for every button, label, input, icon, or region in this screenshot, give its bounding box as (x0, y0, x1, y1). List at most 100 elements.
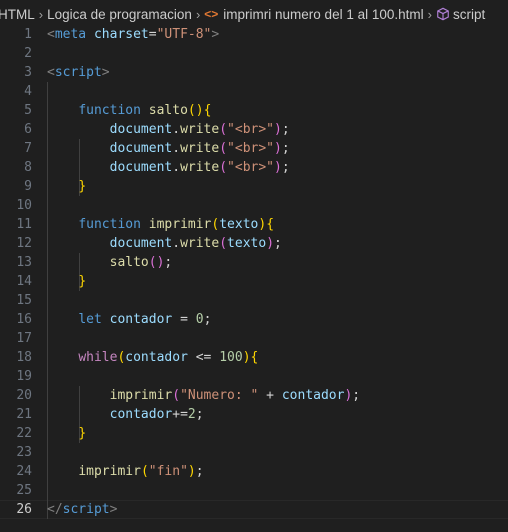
line-number: 22 (16, 426, 32, 441)
code-token: script (54, 65, 102, 80)
line-number: 24 (16, 464, 32, 479)
code-token: () (187, 103, 204, 118)
code-line: function salto(){ (47, 101, 360, 120)
code-line: salto(); (47, 253, 360, 272)
code-line: </script> (47, 500, 360, 519)
code-token: <= (187, 350, 220, 365)
code-token: ; (195, 464, 204, 479)
code-token: imprimir (148, 217, 212, 232)
code-token: charset (93, 27, 149, 42)
code-token: texto (219, 217, 259, 232)
line-number: 25 (16, 483, 32, 498)
line-number: 21 (16, 407, 32, 422)
code-token: () (148, 255, 165, 270)
code-token: = (172, 312, 196, 327)
line-number: 6 (24, 122, 32, 137)
line-number: 7 (24, 141, 32, 156)
code-token: "<br>" (227, 122, 275, 137)
chevron-right-icon: › (427, 6, 432, 22)
line-number: 12 (16, 236, 32, 251)
code-token: document (109, 236, 173, 251)
line-number: 9 (24, 179, 32, 194)
code-token: . (172, 141, 181, 156)
code-token: . (172, 160, 181, 175)
code-token: function (78, 217, 141, 232)
code-token: ( (219, 122, 228, 137)
breadcrumb-symbol[interactable]: script (453, 7, 485, 22)
code-token: . (172, 122, 181, 137)
line-number: 20 (16, 388, 32, 403)
line-number: 16 (16, 312, 32, 327)
code-token: write (180, 160, 220, 175)
code-token: ) (242, 350, 251, 365)
code-line: imprimir("fin"); (47, 462, 360, 481)
breadcrumb-file[interactable]: imprimri numero del 1 al 100.html (223, 7, 423, 22)
cube-icon (437, 7, 449, 21)
code-line: } (47, 272, 360, 291)
code-line: document.write("<br>"); (47, 139, 360, 158)
code-token: script (62, 502, 110, 517)
code-token: "<br>" (227, 160, 275, 175)
code-token: "UTF-8" (156, 27, 212, 42)
code-token: = (148, 27, 157, 42)
code-token: salto (148, 103, 188, 118)
line-number: 26 (16, 502, 32, 517)
code-token: ) (274, 141, 282, 156)
code-token: write (180, 236, 220, 251)
line-number: 19 (16, 369, 32, 384)
line-number: 4 (24, 84, 32, 99)
breadcrumb-folder[interactable]: Logica de programacion (47, 7, 192, 22)
code-token: ; (164, 255, 173, 270)
code-token: { (266, 217, 275, 232)
code-area[interactable]: <meta charset="UTF-8"> <script> function… (47, 25, 360, 519)
chevron-right-icon: › (195, 6, 201, 22)
code-token: } (78, 274, 87, 289)
code-token: "<br>" (227, 141, 275, 156)
code-token: contador (109, 407, 173, 422)
html-file-icon: <> (204, 7, 219, 21)
line-number: 11 (16, 217, 32, 232)
line-number: 17 (16, 331, 32, 346)
breadcrumb-root[interactable]: HTML (0, 7, 35, 22)
code-token: } (78, 426, 87, 441)
breadcrumb: HTML › Logica de programacion › <> impri… (0, 0, 508, 28)
code-token: ) (258, 217, 267, 232)
code-token: let (78, 312, 102, 327)
code-token: write (180, 122, 220, 137)
code-token: 2 (187, 407, 196, 422)
code-line: <meta charset="UTF-8"> (47, 25, 360, 44)
line-number: 3 (24, 65, 32, 80)
line-number: 23 (16, 445, 32, 460)
code-token: 100 (219, 350, 243, 365)
code-line: document.write(texto); (47, 234, 360, 253)
code-editor[interactable]: 1 2 3 4 5 6 7 8 9 10 11 12 13 14 15 16 17 18 19 20 21 22 23 24 2… (0, 25, 508, 532)
code-line: imprimir("Numero: " + contador); (47, 386, 361, 405)
code-token: 0 (195, 312, 204, 327)
code-token: ( (219, 141, 228, 156)
code-token: > (211, 27, 220, 42)
code-line: function imprimir(texto){ (47, 215, 360, 234)
code-token: contador (125, 350, 188, 365)
line-number: 13 (16, 255, 32, 270)
code-line: document.write("<br>"); (47, 120, 360, 139)
code-token: } (78, 179, 87, 194)
code-token: ( (172, 388, 181, 403)
code-token: { (250, 350, 259, 365)
line-number: 18 (16, 350, 32, 365)
code-token: document (109, 122, 173, 137)
code-token: ; (281, 122, 290, 137)
line-number: 10 (16, 198, 32, 213)
